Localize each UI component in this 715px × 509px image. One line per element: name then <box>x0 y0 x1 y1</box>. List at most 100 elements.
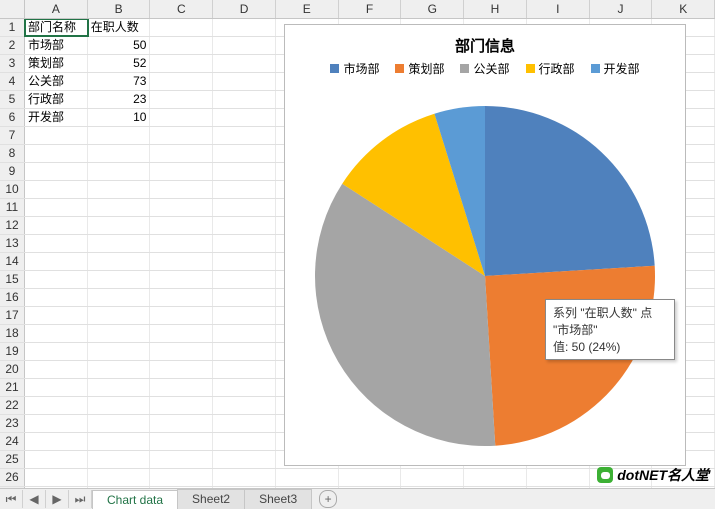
cell[interactable] <box>276 469 339 486</box>
cell[interactable] <box>25 307 88 324</box>
row-header[interactable]: 23 <box>0 415 25 432</box>
cell[interactable]: 52 <box>88 55 151 72</box>
cell[interactable] <box>25 361 88 378</box>
cell[interactable] <box>150 73 213 90</box>
cell[interactable] <box>25 253 88 270</box>
row-header[interactable]: 14 <box>0 253 25 270</box>
cell[interactable] <box>25 271 88 288</box>
row-header[interactable]: 26 <box>0 469 25 486</box>
cell[interactable] <box>527 469 590 486</box>
cell[interactable] <box>150 37 213 54</box>
cell[interactable]: 50 <box>88 37 151 54</box>
cell[interactable] <box>25 289 88 306</box>
cell[interactable] <box>88 289 151 306</box>
cell[interactable] <box>150 451 213 468</box>
cell[interactable] <box>88 469 151 486</box>
row-header[interactable]: 20 <box>0 361 25 378</box>
col-header[interactable]: G <box>401 0 464 18</box>
cell[interactable] <box>150 307 213 324</box>
scroll-next-icon[interactable]: ▶ <box>46 490 69 508</box>
cell[interactable] <box>339 469 402 486</box>
row-header[interactable]: 21 <box>0 379 25 396</box>
cell[interactable] <box>88 451 151 468</box>
cell[interactable] <box>88 253 151 270</box>
col-header[interactable]: J <box>590 0 653 18</box>
cell[interactable] <box>25 469 88 486</box>
cell[interactable] <box>213 73 276 90</box>
col-header[interactable]: E <box>276 0 339 18</box>
cell[interactable] <box>213 91 276 108</box>
cell[interactable] <box>88 127 151 144</box>
cell[interactable] <box>213 109 276 126</box>
cell[interactable] <box>213 199 276 216</box>
cell[interactable]: 市场部 <box>25 37 88 54</box>
cell[interactable] <box>25 379 88 396</box>
cell[interactable] <box>150 199 213 216</box>
cell[interactable] <box>150 19 213 36</box>
cell[interactable] <box>25 343 88 360</box>
row-header[interactable]: 11 <box>0 199 25 216</box>
cell[interactable]: 10 <box>88 109 151 126</box>
cell[interactable] <box>213 397 276 414</box>
cell[interactable] <box>88 433 151 450</box>
embedded-chart[interactable]: 部门信息 市场部策划部公关部行政部开发部 系列 "在职人数" 点 "市场部" 值… <box>284 24 686 466</box>
cell[interactable]: 行政部 <box>25 91 88 108</box>
row-header[interactable]: 12 <box>0 217 25 234</box>
col-header[interactable]: F <box>339 0 402 18</box>
col-header[interactable]: B <box>88 0 151 18</box>
add-sheet-button[interactable]: + <box>319 490 337 508</box>
cell[interactable] <box>88 307 151 324</box>
cell[interactable] <box>88 235 151 252</box>
row-header[interactable]: 5 <box>0 91 25 108</box>
cell[interactable] <box>88 361 151 378</box>
cell[interactable] <box>213 235 276 252</box>
cell[interactable] <box>25 325 88 342</box>
cell[interactable] <box>213 343 276 360</box>
cell[interactable] <box>88 199 151 216</box>
row-header[interactable]: 13 <box>0 235 25 252</box>
cell[interactable] <box>150 55 213 72</box>
cell[interactable] <box>213 469 276 486</box>
cell[interactable] <box>213 289 276 306</box>
cell[interactable] <box>25 199 88 216</box>
row-header[interactable]: 6 <box>0 109 25 126</box>
cell[interactable] <box>150 397 213 414</box>
cell[interactable] <box>150 361 213 378</box>
cell[interactable] <box>150 343 213 360</box>
cell[interactable] <box>213 127 276 144</box>
cell[interactable] <box>213 451 276 468</box>
cell[interactable] <box>401 469 464 486</box>
col-header[interactable]: K <box>652 0 715 18</box>
row-header[interactable]: 7 <box>0 127 25 144</box>
row-header[interactable]: 24 <box>0 433 25 450</box>
scroll-prev-icon[interactable]: ◀ <box>23 490 46 508</box>
cell[interactable] <box>88 271 151 288</box>
cell[interactable] <box>88 145 151 162</box>
cell[interactable] <box>213 433 276 450</box>
row-header[interactable]: 1 <box>0 19 25 36</box>
cell[interactable] <box>213 181 276 198</box>
row-header[interactable]: 18 <box>0 325 25 342</box>
cell[interactable] <box>213 271 276 288</box>
cell[interactable] <box>213 379 276 396</box>
cell[interactable] <box>213 415 276 432</box>
row-header[interactable]: 10 <box>0 181 25 198</box>
cell[interactable] <box>88 163 151 180</box>
row-header[interactable]: 16 <box>0 289 25 306</box>
cell[interactable] <box>213 217 276 234</box>
cell[interactable] <box>25 451 88 468</box>
row-header[interactable]: 2 <box>0 37 25 54</box>
scroll-first-icon[interactable]: ⏮ <box>0 490 23 508</box>
cell[interactable] <box>150 325 213 342</box>
cell[interactable] <box>213 145 276 162</box>
cell[interactable] <box>150 415 213 432</box>
cell[interactable]: 23 <box>88 91 151 108</box>
pie-slice[interactable] <box>485 106 655 276</box>
sheet-tab[interactable]: Sheet2 <box>177 489 245 509</box>
cell[interactable] <box>150 145 213 162</box>
cell[interactable] <box>25 181 88 198</box>
cell[interactable] <box>213 361 276 378</box>
cell[interactable]: 73 <box>88 73 151 90</box>
cell[interactable] <box>150 235 213 252</box>
row-header[interactable]: 3 <box>0 55 25 72</box>
